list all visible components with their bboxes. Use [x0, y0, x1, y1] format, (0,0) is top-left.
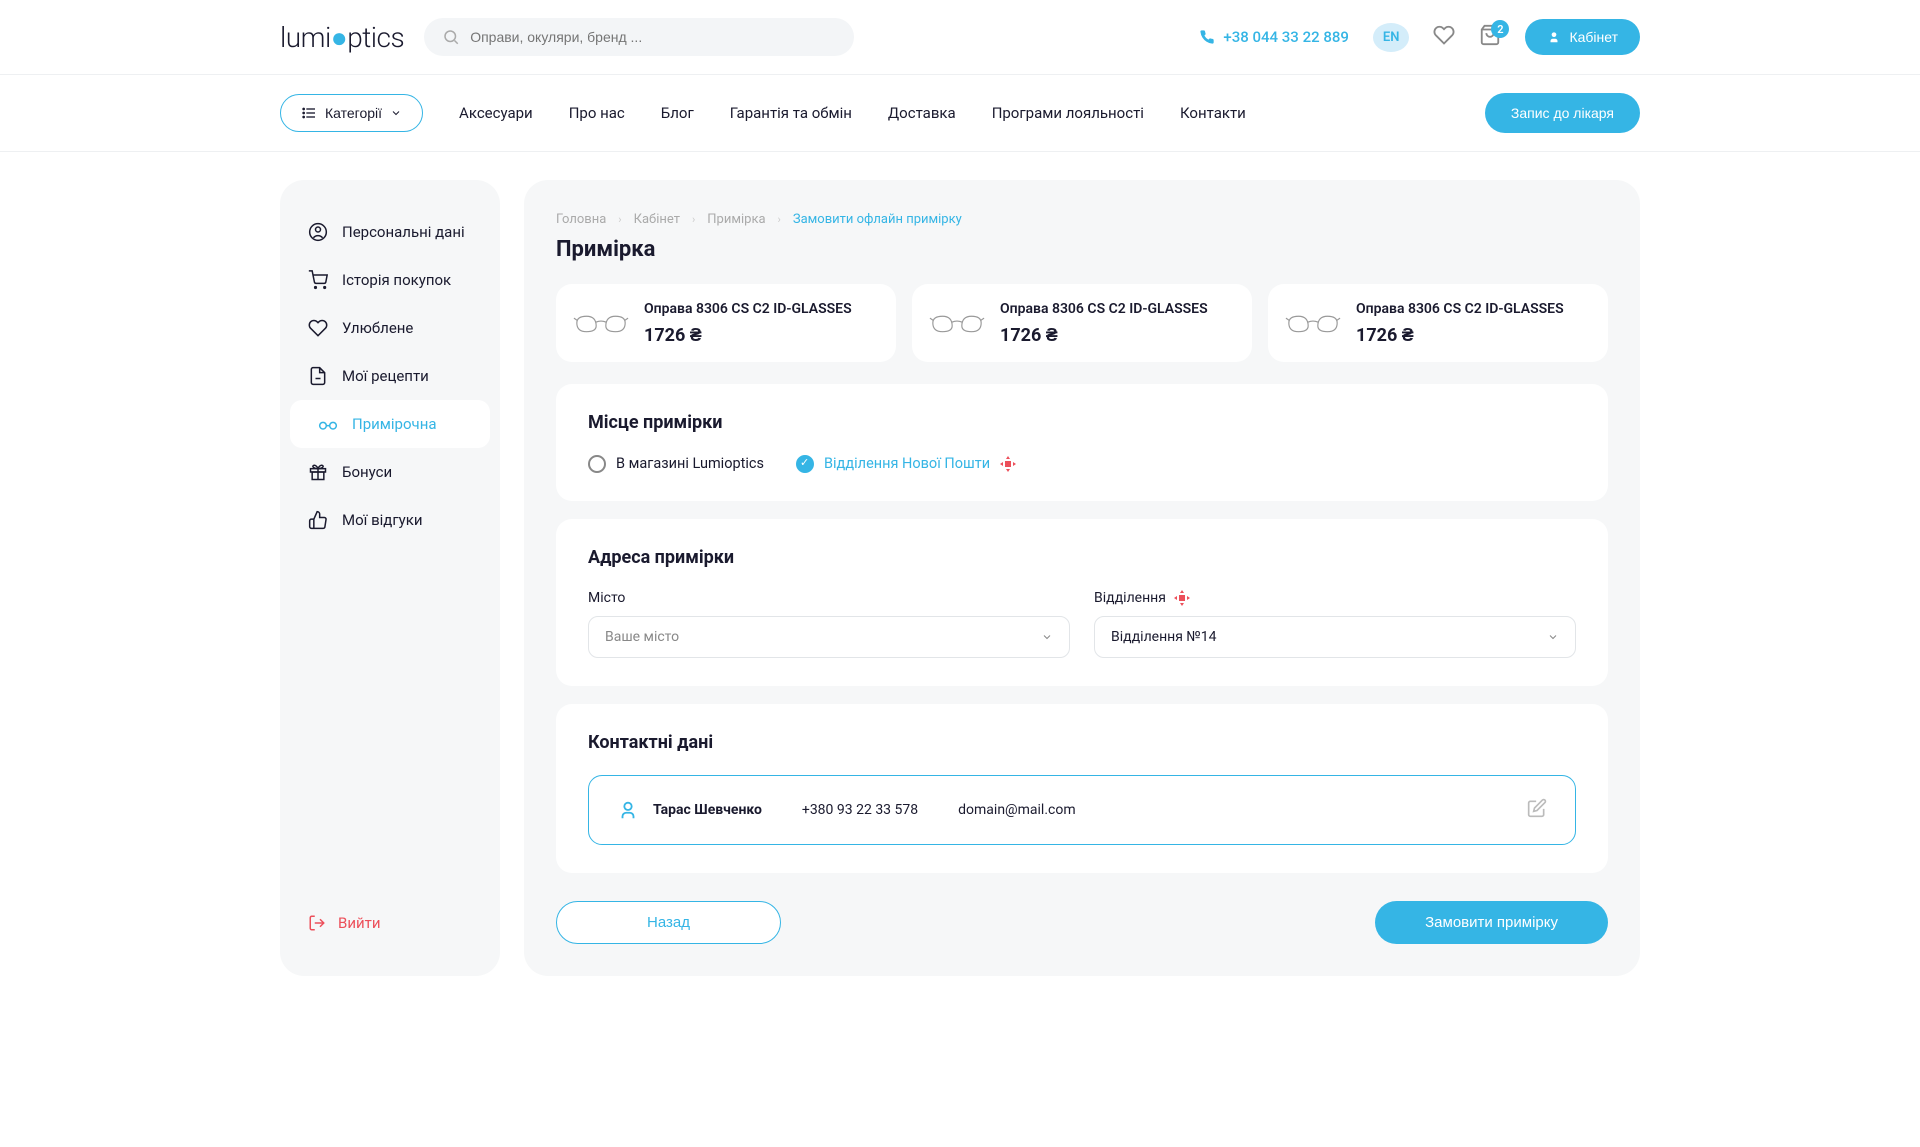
- header: lumi●ptics +38 044 33 22 889 EN 2 Кабіне…: [280, 0, 1640, 74]
- search-icon: [442, 28, 460, 46]
- product-price: 1726 ₴: [1356, 325, 1564, 346]
- logo[interactable]: lumi●ptics: [280, 21, 404, 54]
- sidebar-item-label: Історія покупок: [342, 271, 451, 289]
- radio-checked-icon: [796, 455, 814, 473]
- glasses-image: [572, 304, 630, 342]
- logout-button[interactable]: Вийти: [280, 898, 500, 948]
- glasses-image: [1284, 304, 1342, 342]
- search-input[interactable]: [470, 29, 836, 45]
- fitting-location-section: Місце примірки В магазині Lumioptics Від…: [556, 384, 1608, 501]
- cart-icon: [308, 270, 328, 290]
- logout-icon: [308, 914, 326, 932]
- section-title: Контактні дані: [588, 732, 1576, 753]
- sidebar-item-history[interactable]: Історія покупок: [280, 256, 500, 304]
- sidebar-item-label: Мої відгуки: [342, 511, 423, 529]
- nav-link[interactable]: Про нас: [569, 104, 625, 122]
- branch-select[interactable]: Відділення №14: [1094, 616, 1576, 658]
- glasses-image: [928, 304, 986, 342]
- breadcrumbs: Головна› Кабінет› Примірка› Замовити офл…: [556, 212, 1608, 227]
- submit-button[interactable]: Замовити примірку: [1375, 901, 1608, 944]
- fitting-address-section: Адреса примірки Місто Ваше місто Відділе…: [556, 519, 1608, 686]
- heart-icon: [308, 318, 328, 338]
- page-title: Примірка: [556, 237, 1608, 262]
- sidebar-item-label: Персональні дані: [342, 223, 465, 241]
- sidebar-item-favorites[interactable]: Улюблене: [280, 304, 500, 352]
- contact-phone: +380 93 22 33 578: [802, 802, 918, 818]
- sidebar-item-bonuses[interactable]: Бонуси: [280, 448, 500, 496]
- gift-icon: [308, 462, 328, 482]
- account-sidebar: Персональні дані Історія покупок Улюблен…: [280, 180, 500, 976]
- phone-icon: [1199, 29, 1215, 45]
- contact-name: Тарас Шевченко: [653, 802, 762, 818]
- glasses-icon: [318, 414, 338, 434]
- radio-icon: [588, 455, 606, 473]
- product-card[interactable]: Оправа 8306 CS C2 ID-GLASSES 1726 ₴: [1268, 284, 1608, 362]
- section-title: Місце примірки: [588, 412, 1576, 433]
- nav-link[interactable]: Аксесуари: [459, 104, 533, 122]
- product-name: Оправа 8306 CS C2 ID-GLASSES: [1000, 300, 1208, 319]
- cart-count-badge: 2: [1491, 20, 1509, 38]
- cabinet-button[interactable]: Кабінет: [1525, 19, 1640, 55]
- sidebar-item-label: Примірочна: [352, 415, 437, 433]
- contact-card: Тарас Шевченко +380 93 22 33 578 domain@…: [588, 775, 1576, 845]
- city-select[interactable]: Ваше місто: [588, 616, 1070, 658]
- product-name: Оправа 8306 CS C2 ID-GLASSES: [644, 300, 852, 319]
- chevron-down-icon: [1041, 631, 1053, 643]
- nav-link[interactable]: Контакти: [1180, 104, 1246, 122]
- novaposhta-icon: [1000, 456, 1016, 472]
- nav-link[interactable]: Доставка: [888, 104, 956, 122]
- nav-link[interactable]: Блог: [661, 104, 694, 122]
- product-card[interactable]: Оправа 8306 CS C2 ID-GLASSES 1726 ₴: [912, 284, 1252, 362]
- sidebar-item-fitting[interactable]: Примірочна: [290, 400, 490, 448]
- sidebar-item-label: Мої рецепти: [342, 367, 429, 385]
- favorites-button[interactable]: [1433, 24, 1455, 50]
- lang-selector[interactable]: EN: [1373, 23, 1410, 52]
- products-row: Оправа 8306 CS C2 ID-GLASSES 1726 ₴ Опра…: [556, 284, 1608, 362]
- sidebar-item-personal[interactable]: Персональні дані: [280, 208, 500, 256]
- file-icon: [308, 366, 328, 386]
- search-bar[interactable]: [424, 18, 854, 56]
- product-name: Оправа 8306 CS C2 ID-GLASSES: [1356, 300, 1564, 319]
- product-price: 1726 ₴: [1000, 325, 1208, 346]
- sidebar-item-recipes[interactable]: Мої рецепти: [280, 352, 500, 400]
- thumbs-up-icon: [308, 510, 328, 530]
- main-content: Головна› Кабінет› Примірка› Замовити офл…: [524, 180, 1640, 976]
- nav-link[interactable]: Гарантія та обмін: [730, 104, 852, 122]
- user-circle-icon: [308, 222, 328, 242]
- sidebar-item-reviews[interactable]: Мої відгуки: [280, 496, 500, 544]
- breadcrumb-link[interactable]: Кабінет: [634, 212, 680, 227]
- chevron-down-icon: [1547, 631, 1559, 643]
- sidebar-item-label: Улюблене: [342, 319, 413, 337]
- chevron-down-icon: [390, 107, 402, 119]
- nav-link[interactable]: Програми лояльності: [992, 104, 1144, 122]
- list-icon: [301, 105, 317, 121]
- phone-link[interactable]: +38 044 33 22 889: [1199, 28, 1349, 46]
- contact-section: Контактні дані Тарас Шевченко +380 93 22…: [556, 704, 1608, 873]
- radio-option-novaposhta[interactable]: Відділення Нової Пошти: [796, 455, 1016, 473]
- heart-icon: [1433, 24, 1455, 46]
- cart-button[interactable]: 2: [1479, 24, 1501, 50]
- product-card[interactable]: Оправа 8306 CS C2 ID-GLASSES 1726 ₴: [556, 284, 896, 362]
- user-icon: [617, 799, 639, 821]
- breadcrumb-link[interactable]: Примірка: [707, 212, 765, 227]
- categories-button[interactable]: Категорії: [280, 94, 423, 132]
- edit-contact-button[interactable]: [1527, 798, 1547, 822]
- doctor-appointment-button[interactable]: Запис до лікаря: [1485, 93, 1640, 133]
- user-icon: [1547, 30, 1561, 44]
- novaposhta-icon: [1174, 590, 1190, 606]
- city-label: Місто: [588, 590, 1070, 606]
- back-button[interactable]: Назад: [556, 901, 781, 944]
- product-price: 1726 ₴: [644, 325, 852, 346]
- main-nav: Категорії Аксесуари Про нас Блог Гаранті…: [280, 75, 1640, 151]
- sidebar-item-label: Бонуси: [342, 463, 392, 481]
- breadcrumb-current: Замовити офлайн примірку: [793, 212, 962, 227]
- contact-email: domain@mail.com: [958, 802, 1075, 818]
- edit-icon: [1527, 798, 1547, 818]
- form-actions: Назад Замовити примірку: [556, 901, 1608, 944]
- breadcrumb-link[interactable]: Головна: [556, 212, 606, 227]
- section-title: Адреса примірки: [588, 547, 1576, 568]
- branch-label: Відділення: [1094, 590, 1576, 606]
- radio-option-store[interactable]: В магазині Lumioptics: [588, 455, 764, 473]
